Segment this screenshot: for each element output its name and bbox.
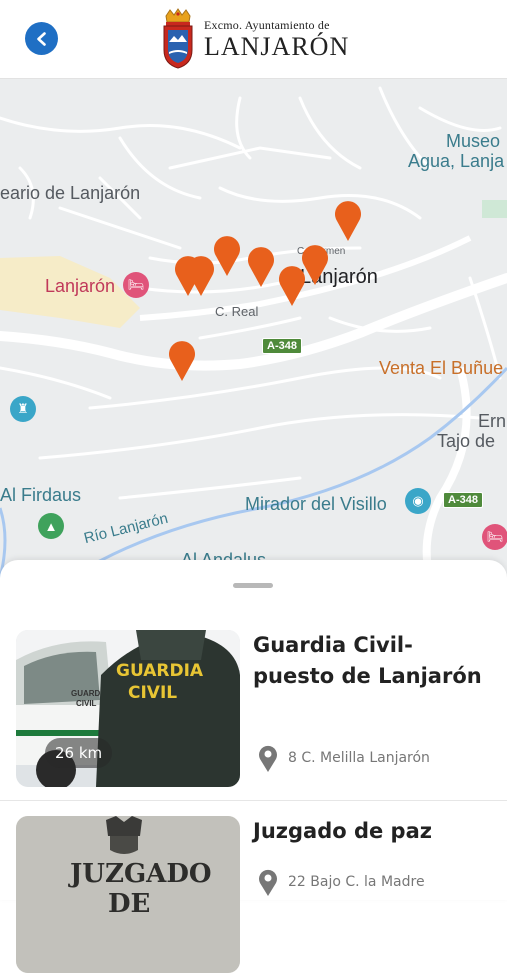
back-button[interactable] xyxy=(25,22,58,55)
card-address-text: 8 C. Melilla Lanjarón xyxy=(288,750,430,766)
list-item[interactable]: JUZGADO DE Juzgado de paz 22 Bajo C. la … xyxy=(0,816,507,973)
distance-badge: 26 km xyxy=(45,738,113,768)
map-pin-icon[interactable] xyxy=(277,262,307,306)
map-view[interactable]: Museo Agua, Lanja eario de Lanjarón Lanj… xyxy=(0,78,507,578)
road-shield-a348-east: A-348 xyxy=(443,492,483,508)
card-address: 22 Bajo C. la Madre xyxy=(258,868,425,896)
hotel-icon[interactable]: 🛏 xyxy=(123,272,149,298)
map-label-street-real: C. Real xyxy=(215,304,259,319)
location-pin-icon xyxy=(259,869,277,896)
vest-text-1: GUARDIA xyxy=(116,661,204,681)
map-label-al-firdaus[interactable]: Al Firdaus xyxy=(0,485,81,506)
car-text-2: CIVIL xyxy=(76,699,97,708)
logo-title: LANJARÓN xyxy=(204,31,350,61)
camera-icon[interactable]: ◉ xyxy=(405,488,431,514)
map-pin-icon[interactable] xyxy=(333,197,363,241)
card-image: GUARDIA CIVIL GUARDIA CIVIL 26 km xyxy=(16,630,240,787)
map-pin-icon[interactable] xyxy=(167,337,197,381)
map-pin-icon[interactable] xyxy=(212,232,242,276)
logo-subtitle: Excmo. Ayuntamiento de xyxy=(204,17,330,32)
map-label-museo[interactable]: Museo xyxy=(446,131,500,152)
map-label-lanjaron-hotel[interactable]: Lanjarón xyxy=(45,276,115,297)
coat-of-arms-icon xyxy=(163,8,193,69)
map-label-mirador[interactable]: Mirador del Visillo xyxy=(245,494,387,515)
app-header: Excmo. Ayuntamiento de LANJARÓN xyxy=(0,0,507,79)
road-shield-a348: A-348 xyxy=(262,338,302,354)
map-label-venta[interactable]: Venta El Buñue xyxy=(379,358,503,379)
campsite-icon[interactable]: ▲ xyxy=(38,513,64,539)
map-label-balneario[interactable]: eario de Lanjarón xyxy=(0,183,140,204)
sign-text-1: JUZGADO xyxy=(68,859,212,889)
hotel-icon[interactable]: 🛏 xyxy=(482,524,507,550)
list-divider xyxy=(0,800,507,801)
chevron-left-icon xyxy=(36,31,46,46)
map-pin-icon[interactable] xyxy=(246,243,276,287)
card-title[interactable]: Guardia Civil-puesto de Lanjarón xyxy=(253,630,493,692)
card-address-text: 22 Bajo C. la Madre xyxy=(288,874,425,890)
card-address: 8 C. Melilla Lanjarón xyxy=(258,744,430,772)
sign-text-2: DE xyxy=(108,889,150,919)
map-pin-icon[interactable] xyxy=(186,252,216,296)
map-label-ern[interactable]: Ern xyxy=(478,411,506,432)
municipality-logo: Excmo. Ayuntamiento de LANJARÓN xyxy=(160,8,349,70)
results-bottom-sheet: GUARDIA CIVIL GUARDIA CIVIL 26 km Guardi… xyxy=(0,560,507,973)
location-pin-icon xyxy=(259,745,277,772)
map-label-museo-agua[interactable]: Agua, Lanja xyxy=(408,151,504,172)
drag-handle[interactable] xyxy=(233,583,273,588)
juzgado-photo: JUZGADO DE xyxy=(16,816,240,973)
card-title[interactable]: Juzgado de paz xyxy=(253,816,493,847)
card-image: JUZGADO DE xyxy=(16,816,240,973)
list-item[interactable]: GUARDIA CIVIL GUARDIA CIVIL 26 km Guardi… xyxy=(0,630,507,800)
vest-text-2: CIVIL xyxy=(128,683,177,703)
map-label-tajo[interactable]: Tajo de xyxy=(437,431,495,452)
castle-icon[interactable]: ♜ xyxy=(10,396,36,422)
